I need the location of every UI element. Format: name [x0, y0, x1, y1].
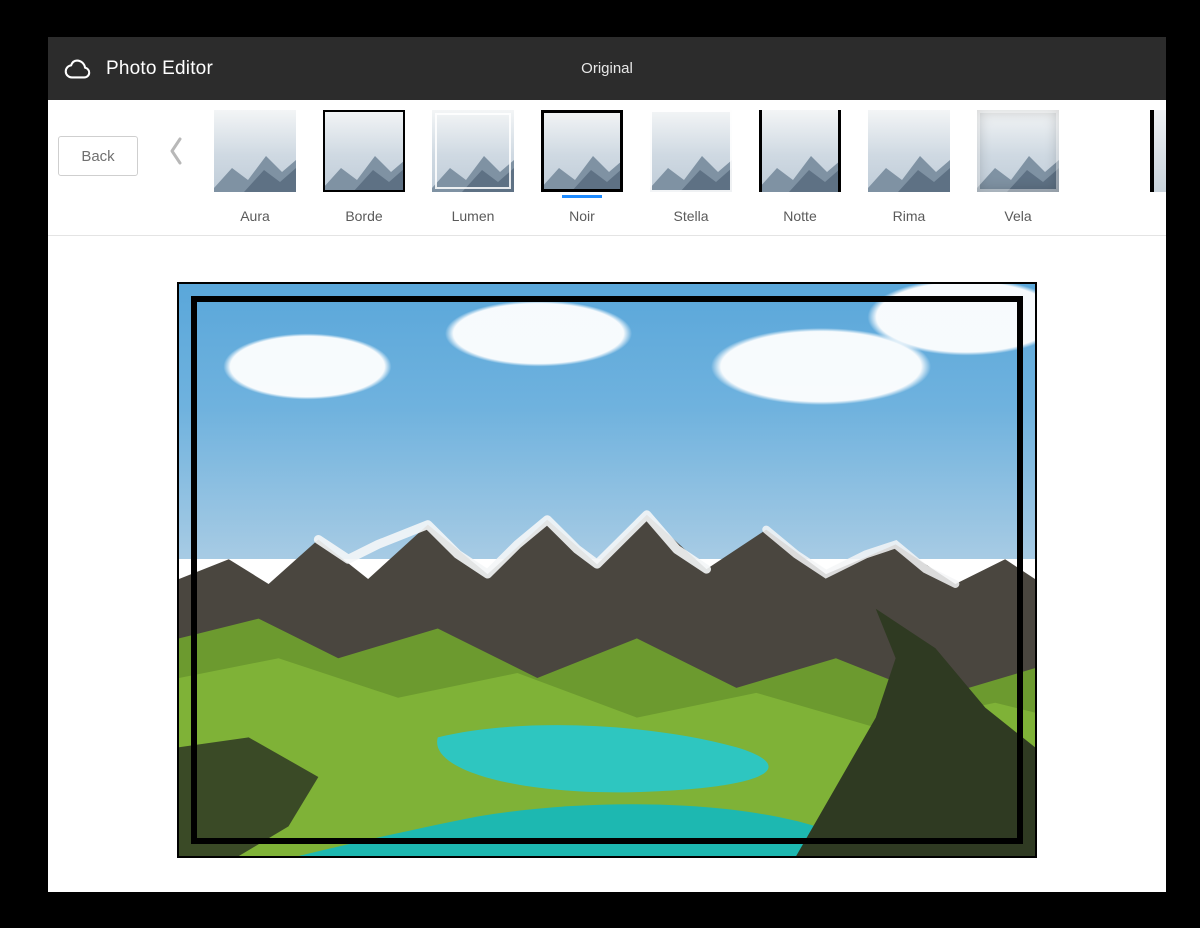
frame-thumb-label: Rima [893, 208, 926, 224]
frame-thumb-image [868, 110, 950, 192]
frame-thumb-lumen[interactable]: Lumen [432, 110, 514, 224]
frame-thumb-underline [889, 195, 929, 198]
canvas-area [48, 236, 1166, 892]
app-logo [62, 54, 92, 84]
tab-original[interactable]: Original [581, 60, 633, 77]
photo-canvas[interactable] [177, 282, 1037, 858]
chevron-left-icon [167, 136, 185, 171]
frame-thumb-image [650, 110, 732, 192]
frame-thumb-label: Stella [673, 208, 708, 224]
frame-thumb-label: Notte [783, 208, 816, 224]
frame-thumb-label: Borde [345, 208, 382, 224]
frame-thumb-label: Vela [1004, 208, 1031, 224]
frame-thumb-label: Lumen [452, 208, 495, 224]
frame-thumb-borde[interactable]: Borde [323, 110, 405, 224]
frame-thumb-image [323, 110, 405, 192]
frame-thumb-list: Aura Borde Lumen Noir Stella Notte Rima Vela [214, 110, 1059, 224]
frame-thumb-stella[interactable]: Stella [650, 110, 732, 224]
frame-thumb-image [432, 110, 514, 192]
frame-thumb-underline [780, 195, 820, 198]
frame-strip: Back Aura Borde Lumen Noir Stella Notte Rima Ve… [48, 100, 1166, 236]
scroll-left-button[interactable] [156, 136, 196, 171]
frame-thumb-label: Aura [240, 208, 270, 224]
frame-thumb-underline [998, 195, 1038, 198]
frame-thumb-underline [562, 195, 602, 198]
frame-thumb-image [214, 110, 296, 192]
frame-thumb-aura[interactable]: Aura [214, 110, 296, 224]
frame-thumb-underline [453, 195, 493, 198]
frame-thumb-overflow[interactable] [1150, 110, 1166, 192]
frame-thumb-image [541, 110, 623, 192]
frame-thumb-rima[interactable]: Rima [868, 110, 950, 224]
frame-thumb-underline [671, 195, 711, 198]
app-window: Photo Editor Original Back Aura Borde Lume… [48, 37, 1166, 892]
frame-thumb-vela[interactable]: Vela [977, 110, 1059, 224]
frame-thumb-noir[interactable]: Noir [541, 110, 623, 224]
back-button-label: Back [81, 148, 114, 165]
photo-land [179, 490, 1035, 856]
back-button[interactable]: Back [58, 136, 138, 176]
header-bar: Photo Editor Original [48, 37, 1166, 100]
frame-thumb-label: Noir [569, 208, 595, 224]
frame-thumb-notte[interactable]: Notte [759, 110, 841, 224]
frame-thumb-image [759, 110, 841, 192]
frame-thumb-underline [344, 195, 384, 198]
frame-thumb-underline [235, 195, 275, 198]
creative-cloud-icon [62, 54, 92, 84]
frame-thumb-image [977, 110, 1059, 192]
app-title: Photo Editor [106, 58, 213, 80]
